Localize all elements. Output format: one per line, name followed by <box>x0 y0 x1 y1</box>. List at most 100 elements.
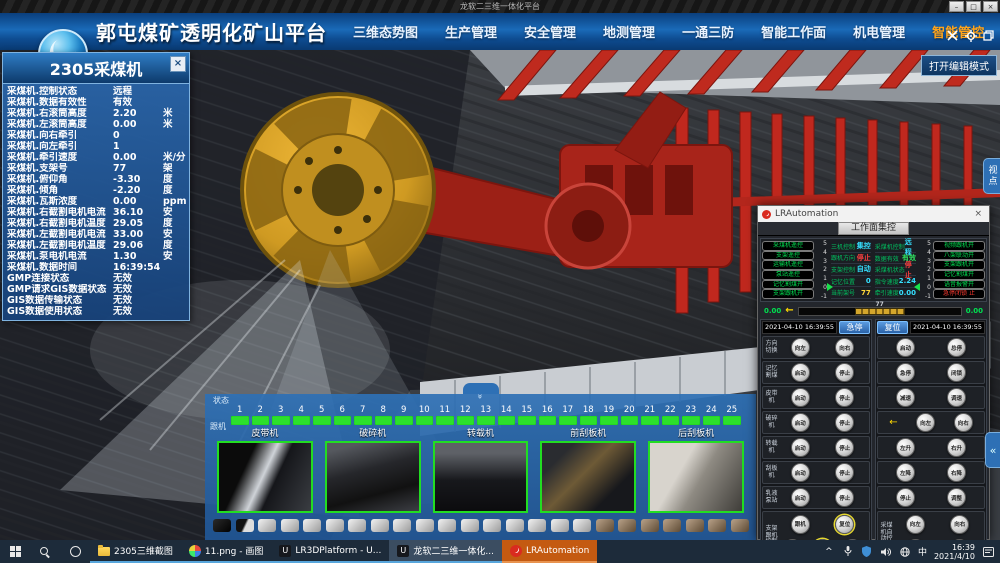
channel-indicator[interactable] <box>539 416 557 425</box>
thumbnail-8[interactable] <box>393 519 411 532</box>
thumbnail-13[interactable] <box>506 519 524 532</box>
round-button-调整[interactable]: 调整 <box>947 488 966 507</box>
maximize-button[interactable]: □ <box>966 1 981 12</box>
taskbar-search-button[interactable] <box>30 540 60 563</box>
channel-indicator[interactable] <box>313 416 331 425</box>
channel-indicator[interactable] <box>334 416 352 425</box>
nav-item-0[interactable]: 三维态势图 <box>353 22 418 41</box>
thumbnail-9[interactable] <box>416 519 434 532</box>
channel-indicator[interactable] <box>662 416 680 425</box>
panel-collapse-tab[interactable]: « <box>463 383 499 394</box>
channel-indicator[interactable] <box>252 416 270 425</box>
round-button-停止[interactable]: 停止 <box>835 413 854 432</box>
shearer-panel-close-icon[interactable]: × <box>170 56 186 72</box>
viewpoint-tab[interactable]: 视点 <box>983 158 1000 194</box>
channel-indicator[interactable] <box>231 416 249 425</box>
round-button-启动[interactable]: 启动 <box>791 363 810 382</box>
taskbar-app-2[interactable]: ULR3DPlatform - U... <box>271 540 389 563</box>
round-button-启动[interactable]: 启动 <box>791 463 810 482</box>
lr-right-pill-2[interactable]: 支架跟机开 <box>933 260 985 270</box>
thumbnail-15[interactable] <box>551 519 569 532</box>
gear-icon[interactable] <box>964 29 977 42</box>
round-button-左升[interactable]: 左升 <box>896 438 915 457</box>
taskbar-app-4[interactable]: LRAutomation <box>502 540 597 563</box>
channel-indicator[interactable] <box>703 416 721 425</box>
slider-handle[interactable] <box>855 308 905 315</box>
round-button-右升[interactable]: 右升 <box>947 438 966 457</box>
start-button[interactable] <box>0 540 30 563</box>
round-button-停止[interactable]: 停止 <box>835 488 854 507</box>
taskbar-app-3[interactable]: U龙软二三维一体化... <box>389 540 502 563</box>
lr-right-pill-3[interactable]: 记忆割煤开 <box>933 270 985 280</box>
round-button-闭锁[interactable]: 闭锁 <box>947 363 966 382</box>
channel-indicator[interactable] <box>518 416 536 425</box>
thumbnail-5[interactable] <box>326 519 344 532</box>
round-button-复位[interactable]: 复位 <box>835 515 854 534</box>
close-button[interactable]: × <box>983 1 998 12</box>
channel-indicator[interactable] <box>395 416 413 425</box>
thumbnail-6[interactable] <box>348 519 366 532</box>
channel-indicator[interactable] <box>682 416 700 425</box>
nav-item-2[interactable]: 安全管理 <box>524 22 576 41</box>
round-button-向左[interactable]: 向左 <box>791 338 810 357</box>
channel-indicator[interactable] <box>457 416 475 425</box>
lr-left-pill-4[interactable]: 记忆割煤开 <box>762 280 814 290</box>
thumbnail-2[interactable] <box>258 519 276 532</box>
restore-window-icon[interactable] <box>982 29 995 42</box>
thumbnail-1[interactable] <box>236 519 254 532</box>
channel-indicator[interactable] <box>600 416 618 425</box>
channel-indicator[interactable] <box>580 416 598 425</box>
emergency-stop-button[interactable]: 急停 <box>839 321 870 334</box>
round-button-调速[interactable]: 调速 <box>947 388 966 407</box>
round-button-停止[interactable]: 停止 <box>896 488 915 507</box>
round-button-向右[interactable]: 向右 <box>950 515 969 534</box>
camera-feed[interactable] <box>325 441 421 513</box>
microphone-icon[interactable] <box>842 546 854 557</box>
round-button-停止[interactable]: 停止 <box>835 363 854 382</box>
right-collapse-tab[interactable]: « <box>985 432 1000 468</box>
nav-item-6[interactable]: 机电管理 <box>853 22 905 41</box>
taskbar-app-0[interactable]: 2305三维截图 <box>90 540 181 563</box>
lr-right-pill-4[interactable]: 语音报警开 <box>933 280 985 290</box>
task-view-button[interactable] <box>60 540 90 563</box>
channel-indicator[interactable] <box>498 416 516 425</box>
tools-icon[interactable] <box>946 29 959 42</box>
round-button-急停[interactable]: 急停 <box>896 363 915 382</box>
channel-indicator[interactable] <box>416 416 434 425</box>
security-shield-icon[interactable] <box>861 546 873 557</box>
round-button-启动[interactable]: 启动 <box>791 388 810 407</box>
lr-left-pill-1[interactable]: 支架遥控 <box>762 251 814 261</box>
camera-feed[interactable] <box>648 441 744 513</box>
channel-indicator[interactable] <box>375 416 393 425</box>
round-button-左降[interactable]: 左降 <box>896 463 915 482</box>
slider-track[interactable]: 77 <box>798 307 962 316</box>
channel-indicator[interactable] <box>272 416 290 425</box>
reset-button[interactable]: 复位 <box>877 321 908 334</box>
thumbnail-20[interactable] <box>663 519 681 532</box>
round-button-停止[interactable]: 停止 <box>835 463 854 482</box>
channel-indicator[interactable] <box>641 416 659 425</box>
round-button-跟机[interactable]: 跟机 <box>791 515 810 534</box>
channel-indicator[interactable] <box>621 416 639 425</box>
thumbnail-21[interactable] <box>686 519 704 532</box>
channel-indicator[interactable] <box>436 416 454 425</box>
channel-indicator[interactable] <box>559 416 577 425</box>
lr-left-pill-2[interactable]: 运输机遥控 <box>762 260 814 270</box>
thumbnail-14[interactable] <box>528 519 546 532</box>
thumbnail-0[interactable] <box>213 519 231 532</box>
round-button-停止[interactable]: 停止 <box>835 438 854 457</box>
round-button-向左[interactable]: 向左 <box>916 413 935 432</box>
nav-item-3[interactable]: 地测管理 <box>603 22 655 41</box>
tray-expand-icon[interactable]: ^ <box>823 547 835 557</box>
thumbnail-19[interactable] <box>641 519 659 532</box>
round-button-向左[interactable]: 向左 <box>906 515 925 534</box>
lr-left-pill-5[interactable]: 支架跟机开 <box>762 289 814 299</box>
nav-item-5[interactable]: 智能工作面 <box>761 22 826 41</box>
thumbnail-17[interactable] <box>596 519 614 532</box>
minimize-button[interactable]: – <box>949 1 964 12</box>
camera-feed[interactable] <box>540 441 636 513</box>
thumbnail-23[interactable] <box>731 519 749 532</box>
thumbnail-3[interactable] <box>281 519 299 532</box>
nav-item-1[interactable]: 生产管理 <box>445 22 497 41</box>
taskbar-app-1[interactable]: 11.png - 画图 <box>181 540 271 563</box>
